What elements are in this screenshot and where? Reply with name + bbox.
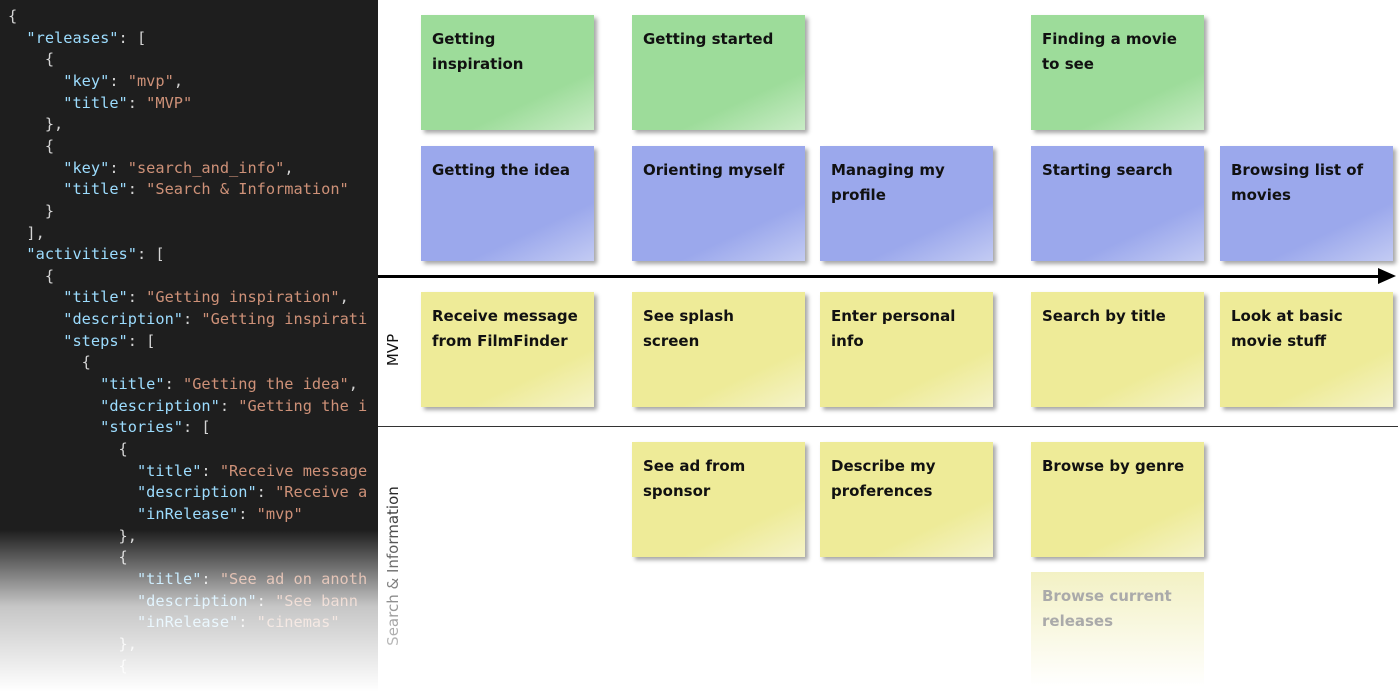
code-line: } bbox=[8, 201, 55, 220]
release-label-search-info: Search & Information bbox=[384, 486, 402, 646]
code-line: ], bbox=[8, 223, 45, 242]
code-line: "title": "Search & Information" bbox=[63, 180, 349, 199]
story-card[interactable]: See splash screen bbox=[632, 292, 805, 407]
code-line: "key": "mvp", bbox=[63, 71, 184, 90]
code-line: { bbox=[8, 266, 55, 285]
story-card[interactable]: Search by title bbox=[1031, 292, 1204, 407]
code-line: "description": "Getting inspirati bbox=[63, 310, 368, 329]
step-card[interactable]: Orienting myself bbox=[632, 146, 805, 261]
code-line: "title": "Getting inspiration", bbox=[63, 288, 349, 307]
code-line: "steps": [ bbox=[63, 331, 156, 350]
story-card[interactable]: Look at basic movie stuff bbox=[1220, 292, 1393, 407]
code-line: { bbox=[8, 353, 91, 372]
story-card[interactable]: See ad from sponsor bbox=[632, 442, 805, 557]
code-line: "description": "Getting the i bbox=[100, 396, 368, 415]
activity-card[interactable]: Getting inspiration bbox=[421, 15, 594, 130]
code-line: { bbox=[8, 440, 128, 458]
story-card[interactable]: Enter personal info bbox=[820, 292, 993, 407]
code-line: "description": "Receive a bbox=[136, 483, 368, 502]
code-line: { bbox=[8, 7, 18, 25]
code-line: { bbox=[8, 136, 55, 155]
story-card[interactable]: Describe my proferences bbox=[820, 442, 993, 557]
story-card[interactable]: Browse current releases bbox=[1031, 572, 1204, 687]
code-line: "title": "Getting the idea", bbox=[100, 375, 358, 394]
timeline-arrow bbox=[378, 275, 1383, 278]
step-card[interactable]: Browsing list of movies bbox=[1220, 146, 1393, 261]
code-line: "key": "search_and_info", bbox=[63, 158, 294, 177]
code-line: "title": "MVP" bbox=[63, 93, 193, 112]
code-line: "stories": [ bbox=[100, 418, 211, 437]
activity-card[interactable]: Finding a movie to see bbox=[1031, 15, 1204, 130]
story-card[interactable]: Browse by genre bbox=[1031, 442, 1204, 557]
story-map-board: MVP Search & Information Getting inspira… bbox=[378, 0, 1400, 700]
code-line: "inRelease": "mvp" bbox=[136, 504, 303, 523]
code-line: "releases": [ bbox=[26, 28, 147, 47]
code-fade-overlay bbox=[0, 530, 378, 700]
story-card[interactable]: Receive message from FilmFinder bbox=[421, 292, 594, 407]
code-line: "activities": [ bbox=[26, 245, 165, 264]
activity-card[interactable]: Getting started bbox=[632, 15, 805, 130]
arrowhead-icon bbox=[1378, 268, 1396, 284]
code-line: }, bbox=[8, 115, 64, 134]
step-card[interactable]: Getting the idea bbox=[421, 146, 594, 261]
step-card[interactable]: Managing my profile bbox=[820, 146, 993, 261]
code-line: { bbox=[8, 50, 55, 69]
release-divider bbox=[378, 426, 1398, 427]
code-line: "title": "Receive message bbox=[136, 461, 368, 480]
release-label-mvp: MVP bbox=[384, 333, 402, 367]
step-card[interactable]: Starting search bbox=[1031, 146, 1204, 261]
